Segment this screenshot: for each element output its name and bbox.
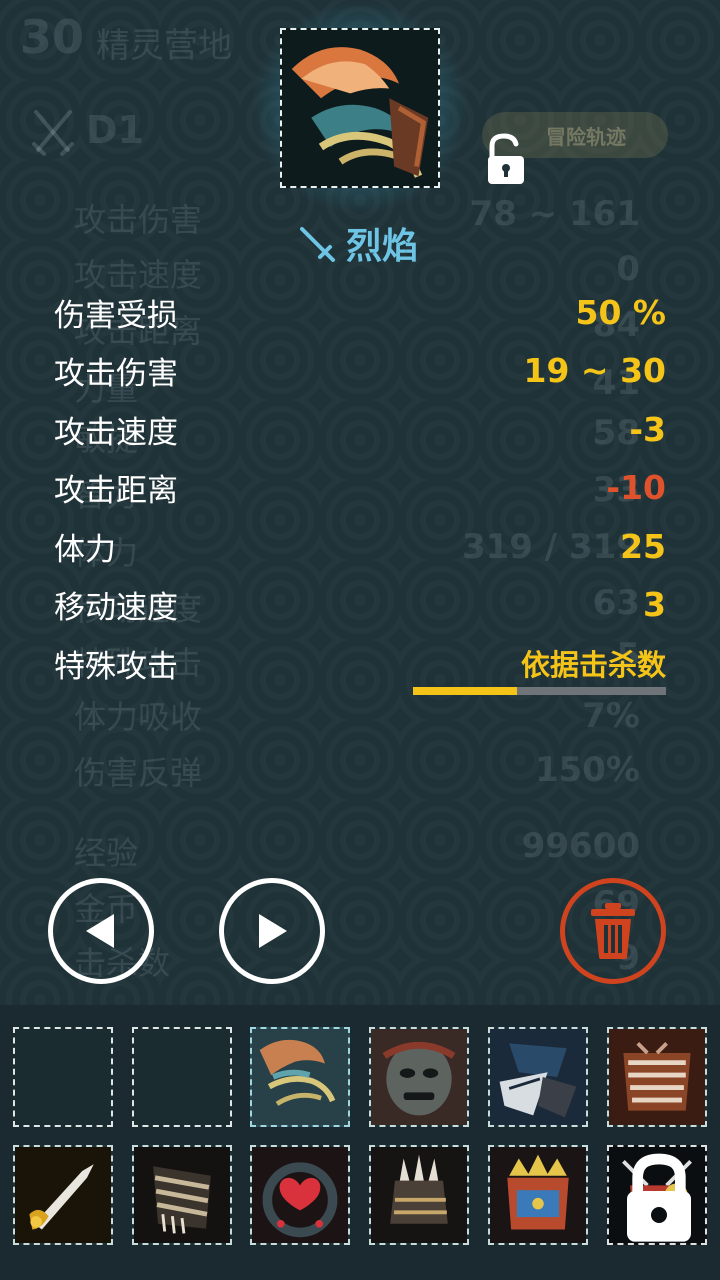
flame-claw-icon [252, 1029, 348, 1125]
bg-stat-value: 7% [582, 696, 640, 736]
locked-padlock-icon [627, 1153, 691, 1242]
stat-label: 特殊攻击 [54, 648, 178, 685]
stat-label: 体力 [54, 531, 116, 568]
trash-icon [591, 903, 635, 959]
item-stat-row: 体力 25 [54, 521, 666, 571]
item-stat-row: 攻击距离 -10 [54, 462, 666, 512]
inventory-slot[interactable] [369, 1027, 469, 1127]
inventory-slot-empty[interactable] [13, 1027, 113, 1127]
inventory-slot-locked[interactable] [607, 1145, 707, 1245]
triangle-left-icon [86, 914, 114, 948]
stat-value: 3 [643, 584, 666, 624]
special-attack-progress-bar [413, 687, 666, 695]
bg-stat-label: 伤害反弹 [74, 754, 203, 792]
item-stat-row: 伤害受损 50 % [54, 287, 666, 337]
inventory-slot[interactable] [369, 1145, 469, 1245]
stone-mask-icon [371, 1029, 467, 1125]
crowned-armor-icon [490, 1147, 586, 1243]
stat-value: 19 ~ 30 [523, 350, 666, 390]
flame-claw-icon [280, 28, 440, 188]
inventory-slot[interactable] [132, 1145, 232, 1245]
item-name-text: 烈焰 [346, 226, 419, 267]
rusted-armor-icon [609, 1029, 705, 1125]
stat-label: 移动速度 [54, 589, 178, 626]
crossed-swords-icon [32, 110, 74, 156]
item-stat-row: 攻击伤害 19 ~ 30 [54, 345, 666, 395]
spiked-gauntlet-icon [371, 1147, 467, 1243]
dark-wing-blade-icon [490, 1029, 586, 1125]
triangle-right-icon [259, 914, 287, 948]
item-stat-row: 移动速度 3 [54, 579, 666, 629]
stat-label: 攻击伤害 [54, 355, 178, 392]
stat-label: 攻击速度 [54, 414, 178, 451]
stat-value: 50 % [575, 292, 666, 332]
stat-value: 25 [620, 526, 666, 566]
previous-item-button[interactable] [48, 878, 154, 984]
banded-gauntlet-icon [134, 1147, 230, 1243]
heart-amulet-icon [252, 1147, 348, 1243]
stat-label: 攻击距离 [54, 472, 178, 509]
bg-title: 精灵营地 [96, 26, 232, 66]
bg-level: 30 [20, 10, 85, 64]
delete-item-button[interactable] [560, 878, 666, 984]
item-stat-row: 攻击速度 -3 [54, 404, 666, 454]
item-stat-row: 特殊攻击 依据击杀数 [54, 638, 666, 688]
bg-stat-value: 78 ~ 161 [469, 194, 640, 234]
unlocked-padlock-icon[interactable] [484, 132, 528, 188]
stat-label: 伤害受损 [54, 297, 178, 334]
inventory-slot[interactable] [488, 1145, 588, 1245]
bg-stat-value: 0 [616, 249, 640, 289]
special-attack-progress-fill [413, 687, 517, 695]
stat-value: -10 [606, 467, 666, 507]
inventory-slot-empty[interactable] [132, 1027, 232, 1127]
bg-stat-value: 150% [534, 750, 640, 790]
item-name: 烈焰 [296, 218, 418, 268]
bg-rank: D1 [86, 108, 144, 152]
inventory-slot[interactable] [13, 1145, 113, 1245]
inventory-slot[interactable] [250, 1145, 350, 1245]
bg-stat-label: 攻击伤害 [74, 201, 203, 239]
stat-value: 依据击杀数 [520, 648, 666, 682]
bg-stat-value: 99600 [521, 826, 640, 866]
stat-value: -3 [629, 409, 666, 449]
inventory-slot[interactable] [488, 1027, 588, 1127]
bg-stat-label: 经验 [74, 834, 139, 872]
inventory-slot-selected[interactable] [250, 1027, 350, 1127]
bg-stat-label: 体力吸收 [74, 698, 203, 736]
next-item-button[interactable] [219, 878, 325, 984]
golden-dagger-icon [15, 1147, 111, 1243]
sword-icon [300, 227, 335, 262]
inventory-slot[interactable] [607, 1027, 707, 1127]
